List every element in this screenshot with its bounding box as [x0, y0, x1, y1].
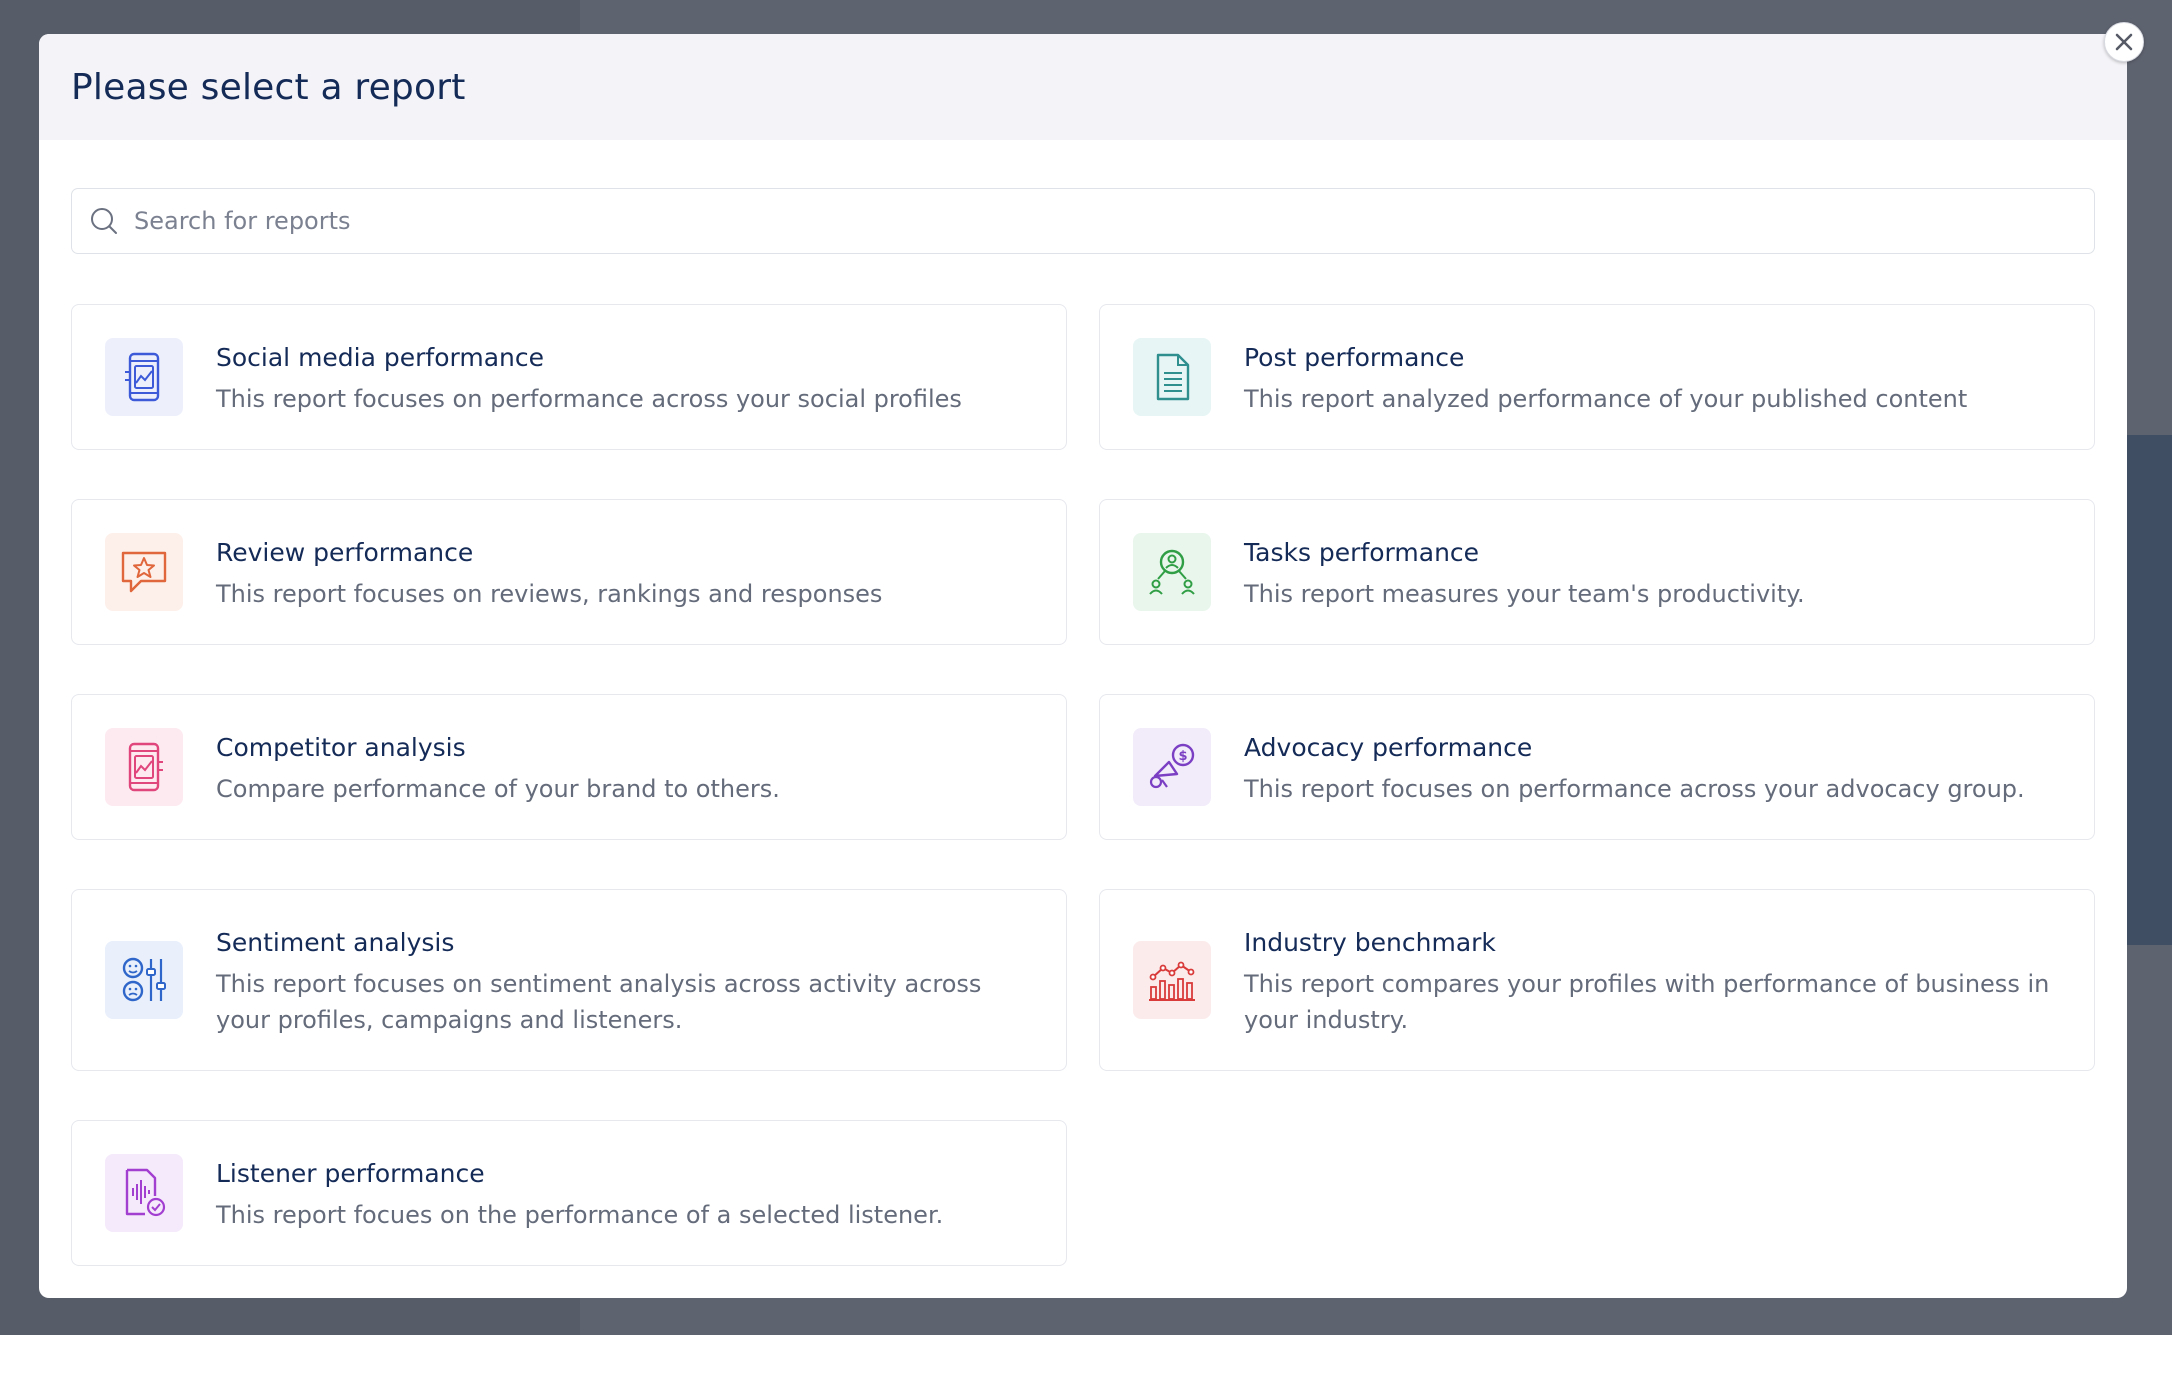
sentiment-icon [105, 941, 183, 1019]
report-card-industry-benchmark[interactable]: Industry benchmark This report compares … [1099, 889, 2095, 1071]
card-title: Competitor analysis [216, 733, 466, 762]
background-strip [2124, 435, 2172, 945]
card-title: Advocacy performance [1244, 733, 1533, 762]
card-title: Sentiment analysis [216, 928, 455, 957]
card-description: This report focuses on sentiment analysi… [216, 970, 982, 1034]
report-card-sentiment-analysis[interactable]: Sentiment analysis This report focuses o… [71, 889, 1067, 1071]
close-icon [2113, 31, 2135, 53]
close-button[interactable] [2104, 22, 2144, 62]
megaphone-dollar-icon: $ [1133, 728, 1211, 806]
card-text: Post performance This report analyzed pe… [1244, 341, 2064, 417]
phone-chart-icon [105, 338, 183, 416]
card-description: This report compares your profiles with … [1244, 970, 2050, 1034]
card-title: Industry benchmark [1244, 928, 1496, 957]
modal-header: Please select a report [39, 34, 2127, 140]
report-card-tasks-performance[interactable]: Tasks performance This report measures y… [1099, 499, 2095, 645]
page-footer-area [0, 1335, 2172, 1396]
card-text: Sentiment analysis This report focuses o… [216, 926, 1036, 1038]
document-icon [1133, 338, 1211, 416]
card-title: Tasks performance [1244, 538, 1480, 567]
card-description: This report focuses on performance acros… [1244, 775, 2025, 803]
card-title: Listener performance [216, 1159, 485, 1188]
card-text: Tasks performance This report measures y… [1244, 536, 2064, 612]
card-description: This report analyzed performance of your… [1244, 385, 1968, 413]
bar-chart-icon [1133, 941, 1211, 1019]
report-card-social-media-performance[interactable]: Social media performance This report foc… [71, 304, 1067, 450]
card-title: Social media performance [216, 343, 544, 372]
search-box[interactable] [71, 188, 2095, 254]
card-description: Compare performance of your brand to oth… [216, 775, 780, 803]
tablet-chart-icon [105, 728, 183, 806]
report-card-review-performance[interactable]: Review performance This report focuses o… [71, 499, 1067, 645]
card-description: This report focuses on reviews, rankings… [216, 580, 883, 608]
card-text: Industry benchmark This report compares … [1244, 926, 2064, 1038]
search-input[interactable] [134, 207, 2094, 235]
report-card-post-performance[interactable]: Post performance This report analyzed pe… [1099, 304, 2095, 450]
card-description: This report focues on the performance of… [216, 1201, 944, 1229]
star-message-icon [105, 533, 183, 611]
team-icon [1133, 533, 1211, 611]
card-text: Listener performance This report focues … [216, 1157, 1036, 1233]
card-text: Competitor analysis Compare performance … [216, 731, 1036, 807]
svg-text:$: $ [1178, 749, 1187, 764]
card-text: Advocacy performance This report focuses… [1244, 731, 2064, 807]
card-description: This report measures your team's product… [1244, 580, 1805, 608]
modal-title: Please select a report [71, 66, 466, 108]
report-select-modal: Please select a report Social media perf… [39, 34, 2127, 1298]
report-card-competitor-analysis[interactable]: Competitor analysis Compare performance … [71, 694, 1067, 840]
audio-file-check-icon [105, 1154, 183, 1232]
report-card-listener-performance[interactable]: Listener performance This report focues … [71, 1120, 1067, 1266]
search-icon [88, 205, 120, 237]
card-text: Social media performance This report foc… [216, 341, 1036, 417]
card-title: Post performance [1244, 343, 1465, 372]
card-title: Review performance [216, 538, 474, 567]
card-description: This report focuses on performance acros… [216, 385, 962, 413]
card-text: Review performance This report focuses o… [216, 536, 1036, 612]
report-card-advocacy-performance[interactable]: $ Advocacy performance This report focus… [1099, 694, 2095, 840]
